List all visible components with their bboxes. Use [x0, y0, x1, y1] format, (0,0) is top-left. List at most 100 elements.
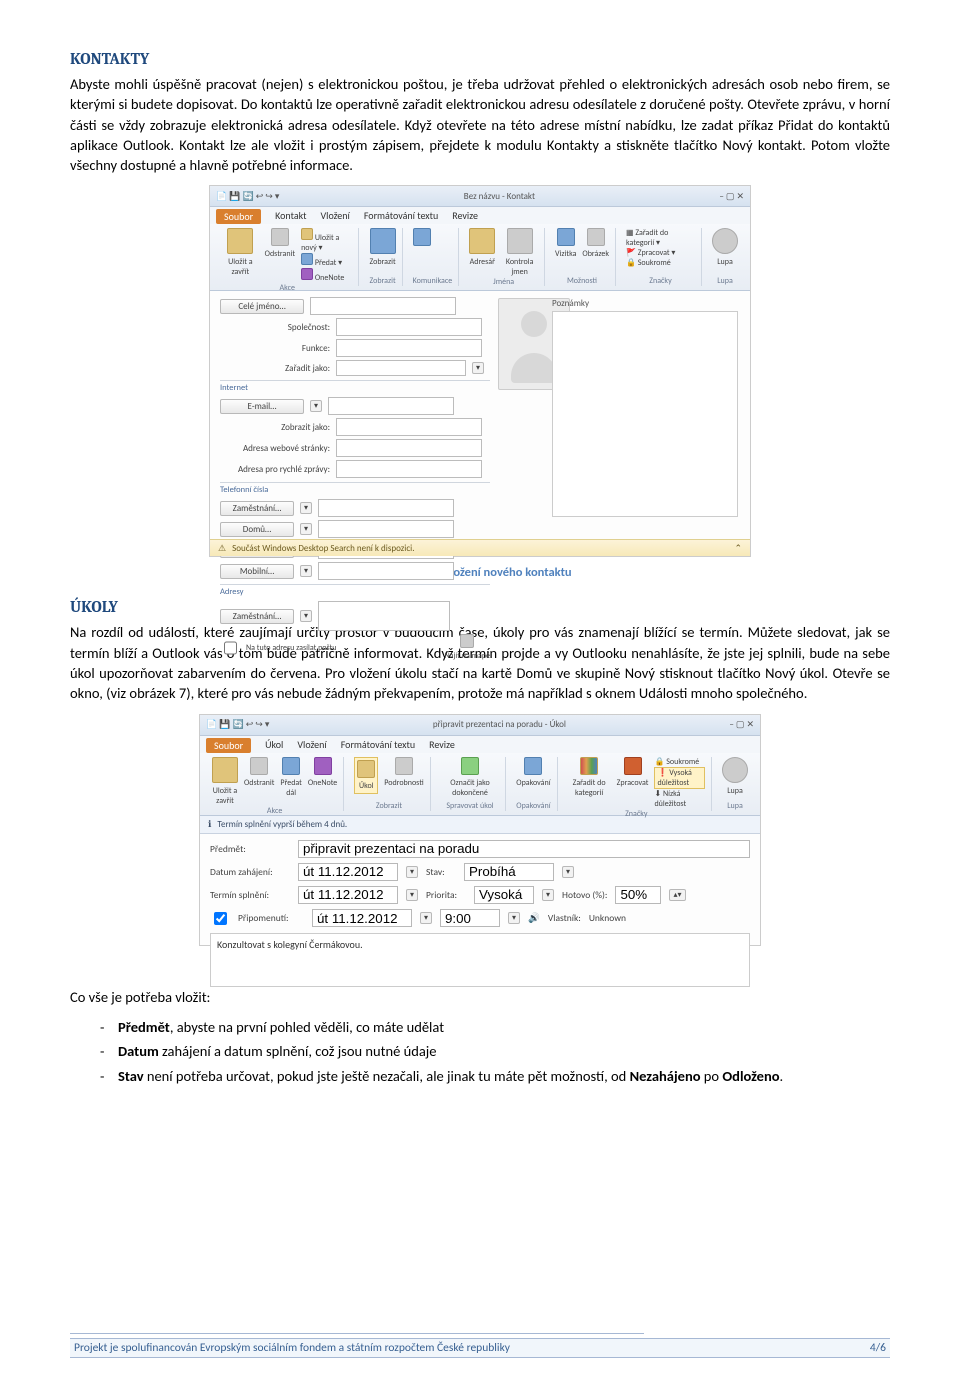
tab-insert[interactable]: Vložení: [320, 209, 349, 224]
sound-icon[interactable]: 🔊: [528, 912, 540, 924]
btn-forward[interactable]: Předat: [315, 258, 336, 268]
tab-format[interactable]: Formátování textu: [364, 209, 438, 224]
input-workphone[interactable]: [318, 499, 454, 517]
btn-email[interactable]: E-mail…: [220, 399, 304, 414]
btn-checknames[interactable]: Kontrola jmen: [501, 257, 538, 277]
footer-page: 4/6: [870, 1341, 886, 1355]
window-title-2: připravit prezentaci na poradu - Úkol: [433, 719, 566, 730]
btn-show[interactable]: Zobrazit: [369, 257, 395, 267]
spinner-complete[interactable]: ▴▾: [669, 889, 685, 901]
dd-due[interactable]: ▾: [406, 889, 418, 901]
btn2-private[interactable]: Soukromé: [666, 757, 699, 767]
input-fullname[interactable]: [310, 297, 456, 315]
btn-homephone[interactable]: Domů…: [220, 522, 294, 537]
btn2-low[interactable]: Nízká důležitost: [654, 789, 686, 809]
input-reminder-date[interactable]: [312, 909, 412, 927]
chk-reminder[interactable]: [214, 912, 227, 925]
input-subject[interactable]: [298, 840, 750, 858]
lbl-complete: Hotovo (%):: [562, 889, 607, 901]
dropdown-fileas[interactable]: ▾: [472, 362, 484, 374]
list-item: Datum zahájení a datum splnění, což jsou…: [100, 1041, 890, 1061]
btn2-recur[interactable]: Opakování: [516, 778, 550, 788]
dd-mobile[interactable]: ▾: [300, 565, 312, 577]
input-priority[interactable]: [474, 886, 534, 904]
tab2-file[interactable]: Soubor: [206, 738, 251, 753]
btn-workphone[interactable]: Zaměstnání…: [220, 501, 294, 516]
btn-private[interactable]: Soukromé: [638, 258, 671, 268]
select-fileas[interactable]: [336, 360, 466, 376]
lbl-start: Datum zahájení:: [210, 866, 290, 878]
btn2-flag[interactable]: Zpracovat: [617, 778, 649, 788]
dd-priority[interactable]: ▾: [542, 889, 554, 901]
dd-bizaddr[interactable]: ▾: [300, 610, 312, 622]
dd-start[interactable]: ▾: [406, 866, 418, 878]
btn-zoom[interactable]: Lupa: [712, 257, 738, 267]
info-text: Termín splnění vyprší během 4 dnů.: [217, 819, 347, 830]
input-homephone[interactable]: [318, 520, 454, 538]
group2-zoom-lbl: Lupa: [722, 801, 748, 811]
btn2-task[interactable]: Úkol: [357, 781, 375, 791]
figure-task-window: 📄 💾 🔄 ↩ ↪ ▾ připravit prezentaci na pora…: [199, 714, 761, 946]
tab2-format[interactable]: Formátování textu: [341, 738, 415, 753]
btn-delete[interactable]: Odstranit: [265, 249, 295, 259]
task-body-text[interactable]: Konzultovat s kolegyní Čermákovou.: [210, 933, 750, 987]
input-bizaddr[interactable]: [318, 601, 450, 631]
tab2-task[interactable]: Úkol: [265, 738, 283, 753]
btn-followup[interactable]: Zpracovat: [638, 248, 670, 258]
btn-save-close[interactable]: Uložit a zavřít: [222, 257, 259, 277]
chk-mailing[interactable]: [224, 641, 237, 655]
input-mobilephone[interactable]: [318, 562, 454, 580]
btn2-del[interactable]: Odstranit: [244, 778, 274, 788]
tab-review[interactable]: Revize: [452, 209, 478, 224]
tab-file[interactable]: Soubor: [216, 209, 261, 224]
btn-bizaddr[interactable]: Zaměstnání…: [220, 609, 294, 624]
tab2-insert[interactable]: Vložení: [297, 738, 326, 753]
input-displayas[interactable]: [336, 418, 482, 436]
btn-picture[interactable]: Obrázek: [582, 249, 609, 259]
btn-map[interactable]: Najít na mapě: [445, 651, 490, 661]
btn2-high[interactable]: Vysoká důležitost: [657, 768, 691, 788]
btn2-fwd[interactable]: Předat dál: [280, 778, 301, 798]
tab-contact[interactable]: Kontakt: [275, 209, 306, 224]
group-tags: Značky: [626, 276, 695, 286]
status-chevron[interactable]: ⌃: [734, 543, 742, 554]
dd-remtime[interactable]: ▾: [508, 912, 520, 924]
btn2-save[interactable]: Uložit a zavřít: [212, 786, 238, 806]
input-due[interactable]: [298, 886, 398, 904]
dd-remdate[interactable]: ▾: [420, 912, 432, 924]
input-reminder-time[interactable]: [440, 909, 500, 927]
group-actions: Akce: [222, 283, 352, 293]
input-imaddress[interactable]: [336, 460, 482, 478]
input-start[interactable]: [298, 863, 398, 881]
input-webpage[interactable]: [336, 439, 482, 457]
btn-fullname[interactable]: Celé jméno…: [220, 299, 304, 314]
btn-mobilephone[interactable]: Mobilní…: [220, 564, 294, 579]
btn2-zoom[interactable]: Lupa: [722, 786, 748, 796]
dropdown-email[interactable]: ▾: [310, 400, 322, 412]
lbl-webpage: Adresa webové stránky:: [220, 443, 330, 454]
dd-work[interactable]: ▾: [300, 502, 312, 514]
btn2-cat[interactable]: Zařadit do kategorií: [568, 778, 611, 798]
group-show: Zobrazit: [369, 276, 395, 286]
lbl-imaddress: Adresa pro rychlé zprávy:: [220, 464, 330, 475]
btn2-complete[interactable]: Označit jako dokončené: [441, 778, 500, 798]
input-email[interactable]: [328, 397, 454, 415]
group-options: Možnosti: [555, 276, 609, 286]
btn-categorize[interactable]: Zařadit do kategorií: [626, 228, 668, 248]
list-item: Stav není potřeba určovat, pokud jste je…: [100, 1066, 890, 1086]
btn-bizcard[interactable]: Vizitka: [555, 249, 576, 259]
input-jobtitle[interactable]: [336, 339, 482, 357]
btn2-onenote[interactable]: OneNote: [308, 778, 337, 788]
btn-addressbook[interactable]: Adresář: [469, 257, 495, 267]
group2-tags: Značky: [568, 809, 705, 819]
btn2-details[interactable]: Podrobnosti: [384, 778, 423, 788]
input-company[interactable]: [336, 318, 482, 336]
lbl-fileas: Zařadit jako:: [220, 363, 330, 374]
dd-home[interactable]: ▾: [300, 523, 312, 535]
tab2-review[interactable]: Revize: [429, 738, 455, 753]
input-complete[interactable]: [615, 886, 661, 904]
notes-textarea[interactable]: [552, 311, 738, 517]
input-status[interactable]: [464, 863, 554, 881]
btn-onenote[interactable]: OneNote: [315, 273, 344, 283]
dd-status[interactable]: ▾: [562, 866, 574, 878]
